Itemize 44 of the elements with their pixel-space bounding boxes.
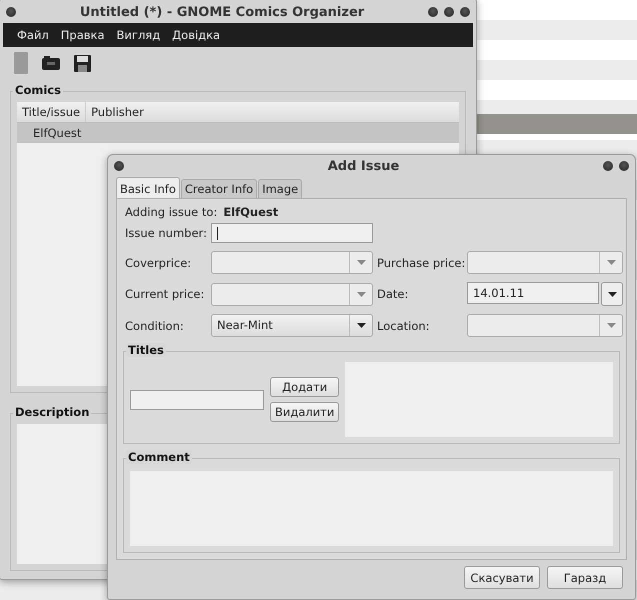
caret-icon (606, 323, 616, 328)
input-field[interactable] (130, 390, 264, 410)
window-button-icon[interactable] (114, 161, 124, 171)
dialog-button[interactable]: Скасувати (464, 566, 540, 589)
date-field[interactable]: 14.01.11 (467, 282, 599, 304)
column-header[interactable]: Title/issue (17, 102, 86, 122)
frame-label: Titles (126, 343, 166, 357)
menu-item[interactable]: Довідка (166, 26, 226, 44)
column-header[interactable]: Publisher (86, 102, 459, 122)
frame-label: Description (13, 405, 92, 419)
field-label: Adding issue to: (125, 205, 218, 219)
caret-icon (356, 292, 366, 296)
window-title: Untitled (*) - GNOME Comics Organizer (78, 4, 366, 20)
caret-icon (356, 323, 366, 328)
input-field[interactable] (211, 223, 373, 243)
field-label: Issue number: (125, 226, 207, 240)
push-button[interactable]: Видалити (270, 402, 340, 422)
save-icon[interactable] (74, 54, 91, 72)
window-title: Add Issue (326, 158, 400, 174)
tab[interactable]: Creator Info (180, 179, 258, 198)
field-label: Current price: (125, 287, 206, 301)
list-row[interactable]: ElfQuest (17, 123, 459, 143)
dropdown[interactable]: Near-Mint (211, 314, 373, 337)
frame-label: Comment (126, 450, 192, 464)
menu-item[interactable]: Файл (11, 26, 55, 44)
comic-name: ElfQuest (223, 205, 278, 219)
tab[interactable]: Basic Info (116, 177, 180, 198)
field-label: Location: (377, 318, 431, 332)
field-label: Condition: (125, 318, 185, 332)
window-button-icon[interactable] (6, 7, 16, 17)
field-label: Purchase price: (377, 256, 463, 270)
drawer-icon[interactable] (42, 56, 60, 70)
caret-icon (606, 260, 616, 265)
dialog-button[interactable]: Гаразд (547, 566, 623, 589)
frame-label: Comics (13, 83, 63, 97)
menu-item[interactable]: Вигляд (110, 26, 166, 44)
push-button[interactable]: Додати (270, 377, 340, 397)
menu-item[interactable]: Правка (54, 26, 111, 44)
field-label: Date: (377, 287, 410, 301)
tab[interactable]: Image (258, 179, 302, 198)
caret-icon (356, 260, 366, 265)
caret-icon (608, 292, 616, 296)
field-label: Coverprice: (125, 256, 192, 270)
date-picker-button[interactable] (601, 282, 623, 306)
